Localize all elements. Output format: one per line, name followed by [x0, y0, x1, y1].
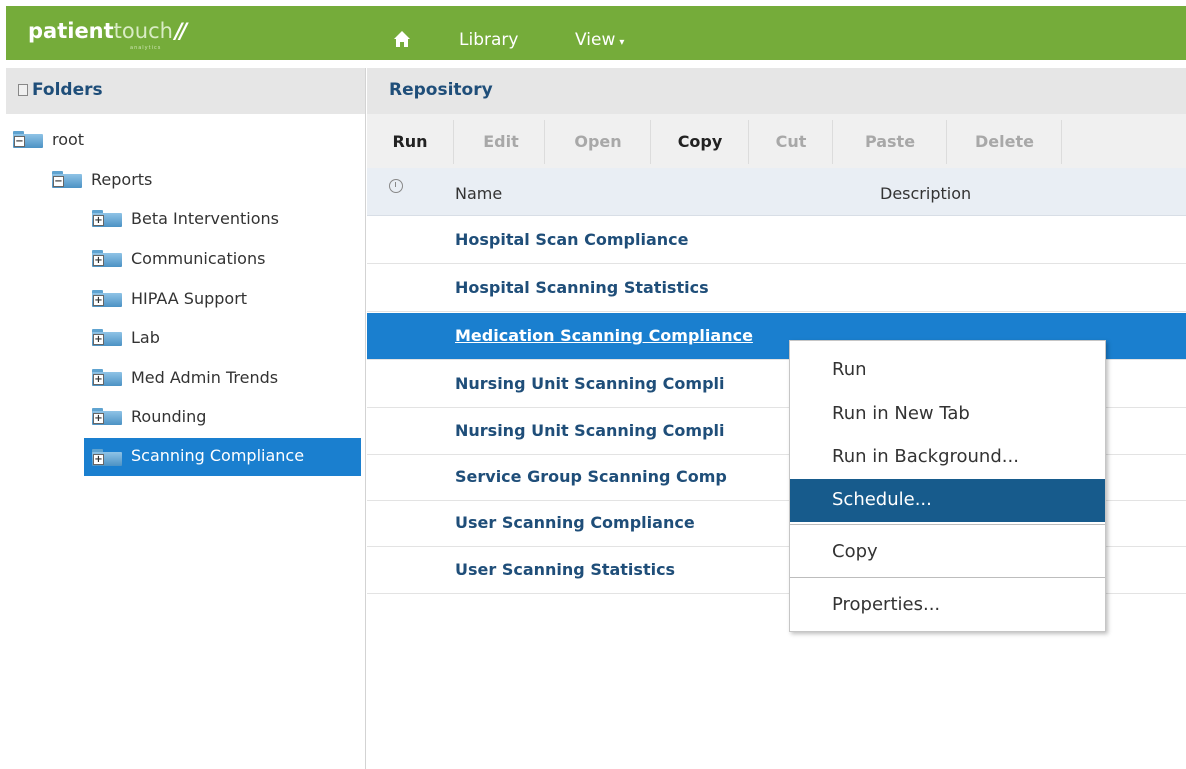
- folder-icon[interactable]: +: [92, 250, 122, 267]
- nav-view-label: View: [575, 30, 616, 50]
- folders-title-text: Folders: [32, 80, 103, 100]
- context-menu-divider: [790, 524, 1105, 525]
- context-menu: Run Run in New Tab Run in Background... Sch…: [789, 340, 1106, 632]
- context-menu-item-label: Run in Background...: [832, 446, 1019, 467]
- expand-toggle-icon[interactable]: +: [93, 295, 104, 306]
- column-header-row: Name Description: [367, 168, 1186, 216]
- report-name-link[interactable]: User Scanning Compliance: [455, 513, 695, 532]
- logo-slash: //: [174, 19, 187, 43]
- expand-toggle-icon[interactable]: +: [93, 334, 104, 345]
- report-name-link[interactable]: Nursing Unit Scanning Compli: [455, 374, 725, 393]
- report-name-link[interactable]: Hospital Scan Compliance: [455, 230, 688, 249]
- folder-label: Reports: [91, 170, 153, 189]
- folder-tree-item[interactable]: + Rounding: [92, 405, 306, 429]
- folder-tree-item[interactable]: + Lab: [92, 326, 306, 350]
- folder-icon[interactable]: +: [92, 290, 122, 307]
- folder-icon[interactable]: +: [92, 369, 122, 386]
- folders-title: Folders: [18, 80, 103, 100]
- repository-title: Repository: [389, 80, 493, 100]
- expand-toggle-icon[interactable]: +: [93, 255, 104, 266]
- folder-tree-item[interactable]: − Reports: [52, 168, 306, 192]
- folder-tree-item[interactable]: + Communications: [92, 247, 306, 271]
- context-menu-item[interactable]: Copy: [790, 531, 1105, 574]
- context-menu-item[interactable]: Properties...: [790, 584, 1105, 627]
- context-menu-item-label: Properties...: [832, 594, 941, 615]
- delete-button[interactable]: Delete: [948, 120, 1062, 164]
- context-menu-item-label: Run: [832, 359, 867, 380]
- collapse-toggle-icon[interactable]: −: [14, 136, 25, 147]
- table-row[interactable]: Hospital Scan Compliance: [367, 217, 1186, 264]
- panel-collapse-icon[interactable]: [18, 84, 28, 96]
- edit-button[interactable]: Edit: [458, 120, 545, 164]
- folder-label: Lab: [131, 328, 160, 347]
- folder-label: Scanning Compliance: [131, 446, 305, 465]
- folder-tree-item[interactable]: + HIPAA Support: [92, 287, 306, 311]
- folder-icon[interactable]: +: [92, 449, 122, 466]
- folder-label: Rounding: [131, 407, 207, 426]
- context-menu-item[interactable]: Run in New Tab: [790, 393, 1105, 436]
- folder-label: Med Admin Trends: [131, 368, 279, 387]
- context-menu-item-label: Run in New Tab: [832, 403, 970, 424]
- folder-label: root: [52, 130, 85, 149]
- repository-header: Repository: [367, 68, 1186, 114]
- context-menu-item[interactable]: Run: [790, 349, 1105, 392]
- app-logo[interactable]: patienttouch//: [28, 19, 187, 43]
- folder-tree-item[interactable]: + Scanning Compliance: [84, 438, 361, 476]
- context-menu-item[interactable]: Schedule...: [790, 479, 1105, 522]
- paste-button[interactable]: Paste: [834, 120, 947, 164]
- folder-icon[interactable]: +: [92, 329, 122, 346]
- folder-icon[interactable]: −: [13, 131, 43, 148]
- expand-toggle-icon[interactable]: +: [93, 413, 104, 424]
- home-icon[interactable]: [393, 30, 411, 48]
- folders-panel: Folders − root − Reports + Beta Interventions…: [6, 68, 366, 769]
- open-button[interactable]: Open: [546, 120, 651, 164]
- context-menu-item[interactable]: Run in Background...: [790, 436, 1105, 479]
- folder-label: Communications: [131, 249, 266, 268]
- report-name-link[interactable]: User Scanning Statistics: [455, 560, 675, 579]
- clock-icon[interactable]: [389, 179, 403, 193]
- folder-tree-item[interactable]: − root: [13, 128, 306, 152]
- folder-label: Beta Interventions: [131, 209, 279, 228]
- folder-tree-item[interactable]: + Med Admin Trends: [92, 366, 306, 390]
- top-bar: patienttouch// analytics Library View ▾: [0, 0, 1186, 60]
- context-menu-item-label: Copy: [832, 541, 878, 562]
- report-name-link[interactable]: Service Group Scanning Comp: [455, 467, 727, 486]
- repository-toolbar: Run Edit Open Copy Cut Paste Delete: [367, 114, 1186, 169]
- cut-button[interactable]: Cut: [750, 120, 833, 164]
- report-name-link[interactable]: Medication Scanning Compliance: [455, 326, 753, 345]
- nav-view-menu[interactable]: View ▾: [575, 30, 624, 50]
- context-menu-item-label: Schedule...: [832, 489, 932, 510]
- expand-toggle-icon[interactable]: +: [93, 215, 104, 226]
- logo-subtitle: analytics: [130, 45, 162, 51]
- context-menu-divider: [790, 577, 1105, 578]
- table-row[interactable]: Hospital Scanning Statistics: [367, 265, 1186, 312]
- copy-button[interactable]: Copy: [652, 120, 749, 164]
- nav-library[interactable]: Library: [459, 30, 518, 50]
- collapse-toggle-icon[interactable]: −: [53, 176, 64, 187]
- folder-icon[interactable]: +: [92, 210, 122, 227]
- expand-toggle-icon[interactable]: +: [93, 454, 104, 465]
- report-name-link[interactable]: Hospital Scanning Statistics: [455, 278, 709, 297]
- run-button[interactable]: Run: [367, 120, 454, 164]
- logo-bold-text: patient: [28, 19, 114, 43]
- report-name-link[interactable]: Nursing Unit Scanning Compli: [455, 421, 725, 440]
- logo-light-text: touch: [113, 19, 173, 43]
- folder-icon[interactable]: +: [92, 408, 122, 425]
- column-description-header[interactable]: Description: [880, 184, 971, 203]
- expand-toggle-icon[interactable]: +: [93, 374, 104, 385]
- folder-label: HIPAA Support: [131, 289, 248, 308]
- chevron-down-icon: ▾: [619, 37, 625, 48]
- column-name-header[interactable]: Name: [455, 184, 502, 203]
- folder-tree-item[interactable]: + Beta Interventions: [92, 207, 306, 231]
- folder-icon[interactable]: −: [52, 171, 82, 188]
- folders-header: Folders: [6, 68, 365, 114]
